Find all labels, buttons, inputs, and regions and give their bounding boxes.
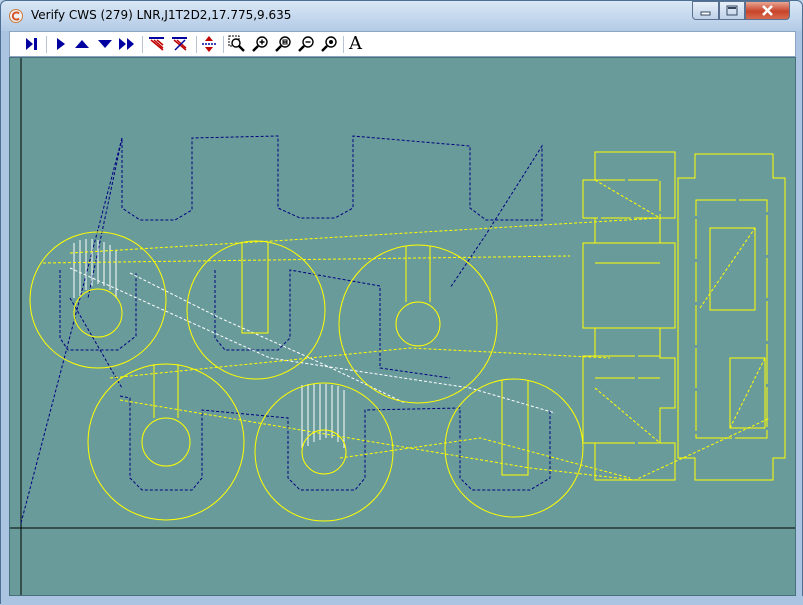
step-to-end-icon[interactable]	[22, 35, 40, 53]
rapid-path	[20, 135, 551, 524]
toolbar-separator	[46, 36, 47, 53]
toolbar-separator	[142, 36, 143, 53]
zoom-fit-icon[interactable]	[275, 35, 293, 53]
toolpath-drawing	[10, 58, 795, 595]
part-outlines	[29, 151, 786, 522]
maximize-button[interactable]	[719, 1, 745, 20]
minimize-icon	[700, 11, 711, 16]
show-path-icon[interactable]	[148, 35, 166, 53]
hide-path-icon[interactable]	[171, 35, 189, 53]
verify-window: Verify CWS (279) LNR,J1T2D2,17.775,9.635…	[0, 0, 803, 605]
app-icon	[9, 9, 23, 23]
toolbar: A	[9, 31, 796, 57]
fast-forward-icon[interactable]	[118, 35, 136, 53]
close-button[interactable]	[745, 1, 790, 20]
toolbar-separator	[223, 36, 224, 53]
zoom-actual-icon[interactable]	[321, 35, 339, 53]
title-bar[interactable]: Verify CWS (279) LNR,J1T2D2,17.775,9.635	[1, 1, 802, 31]
maximize-icon	[726, 5, 738, 16]
center-view-icon[interactable]	[200, 35, 218, 53]
toolbar-separator	[196, 36, 197, 53]
verify-canvas[interactable]	[9, 57, 796, 596]
window-title: Verify CWS (279) LNR,J1T2D2,17.775,9.635	[31, 8, 292, 22]
zoom-out-icon[interactable]	[298, 35, 316, 53]
zoom-in-icon[interactable]	[252, 35, 270, 53]
text-tool-button[interactable]: A	[349, 33, 362, 54]
toolbar-separator	[343, 36, 344, 53]
play-icon[interactable]	[52, 35, 70, 53]
zoom-window-icon[interactable]	[228, 35, 246, 53]
arrow-up-icon[interactable]	[73, 35, 91, 53]
minimize-button[interactable]	[692, 1, 719, 20]
close-icon	[762, 5, 773, 16]
arrow-down-icon[interactable]	[96, 35, 114, 53]
